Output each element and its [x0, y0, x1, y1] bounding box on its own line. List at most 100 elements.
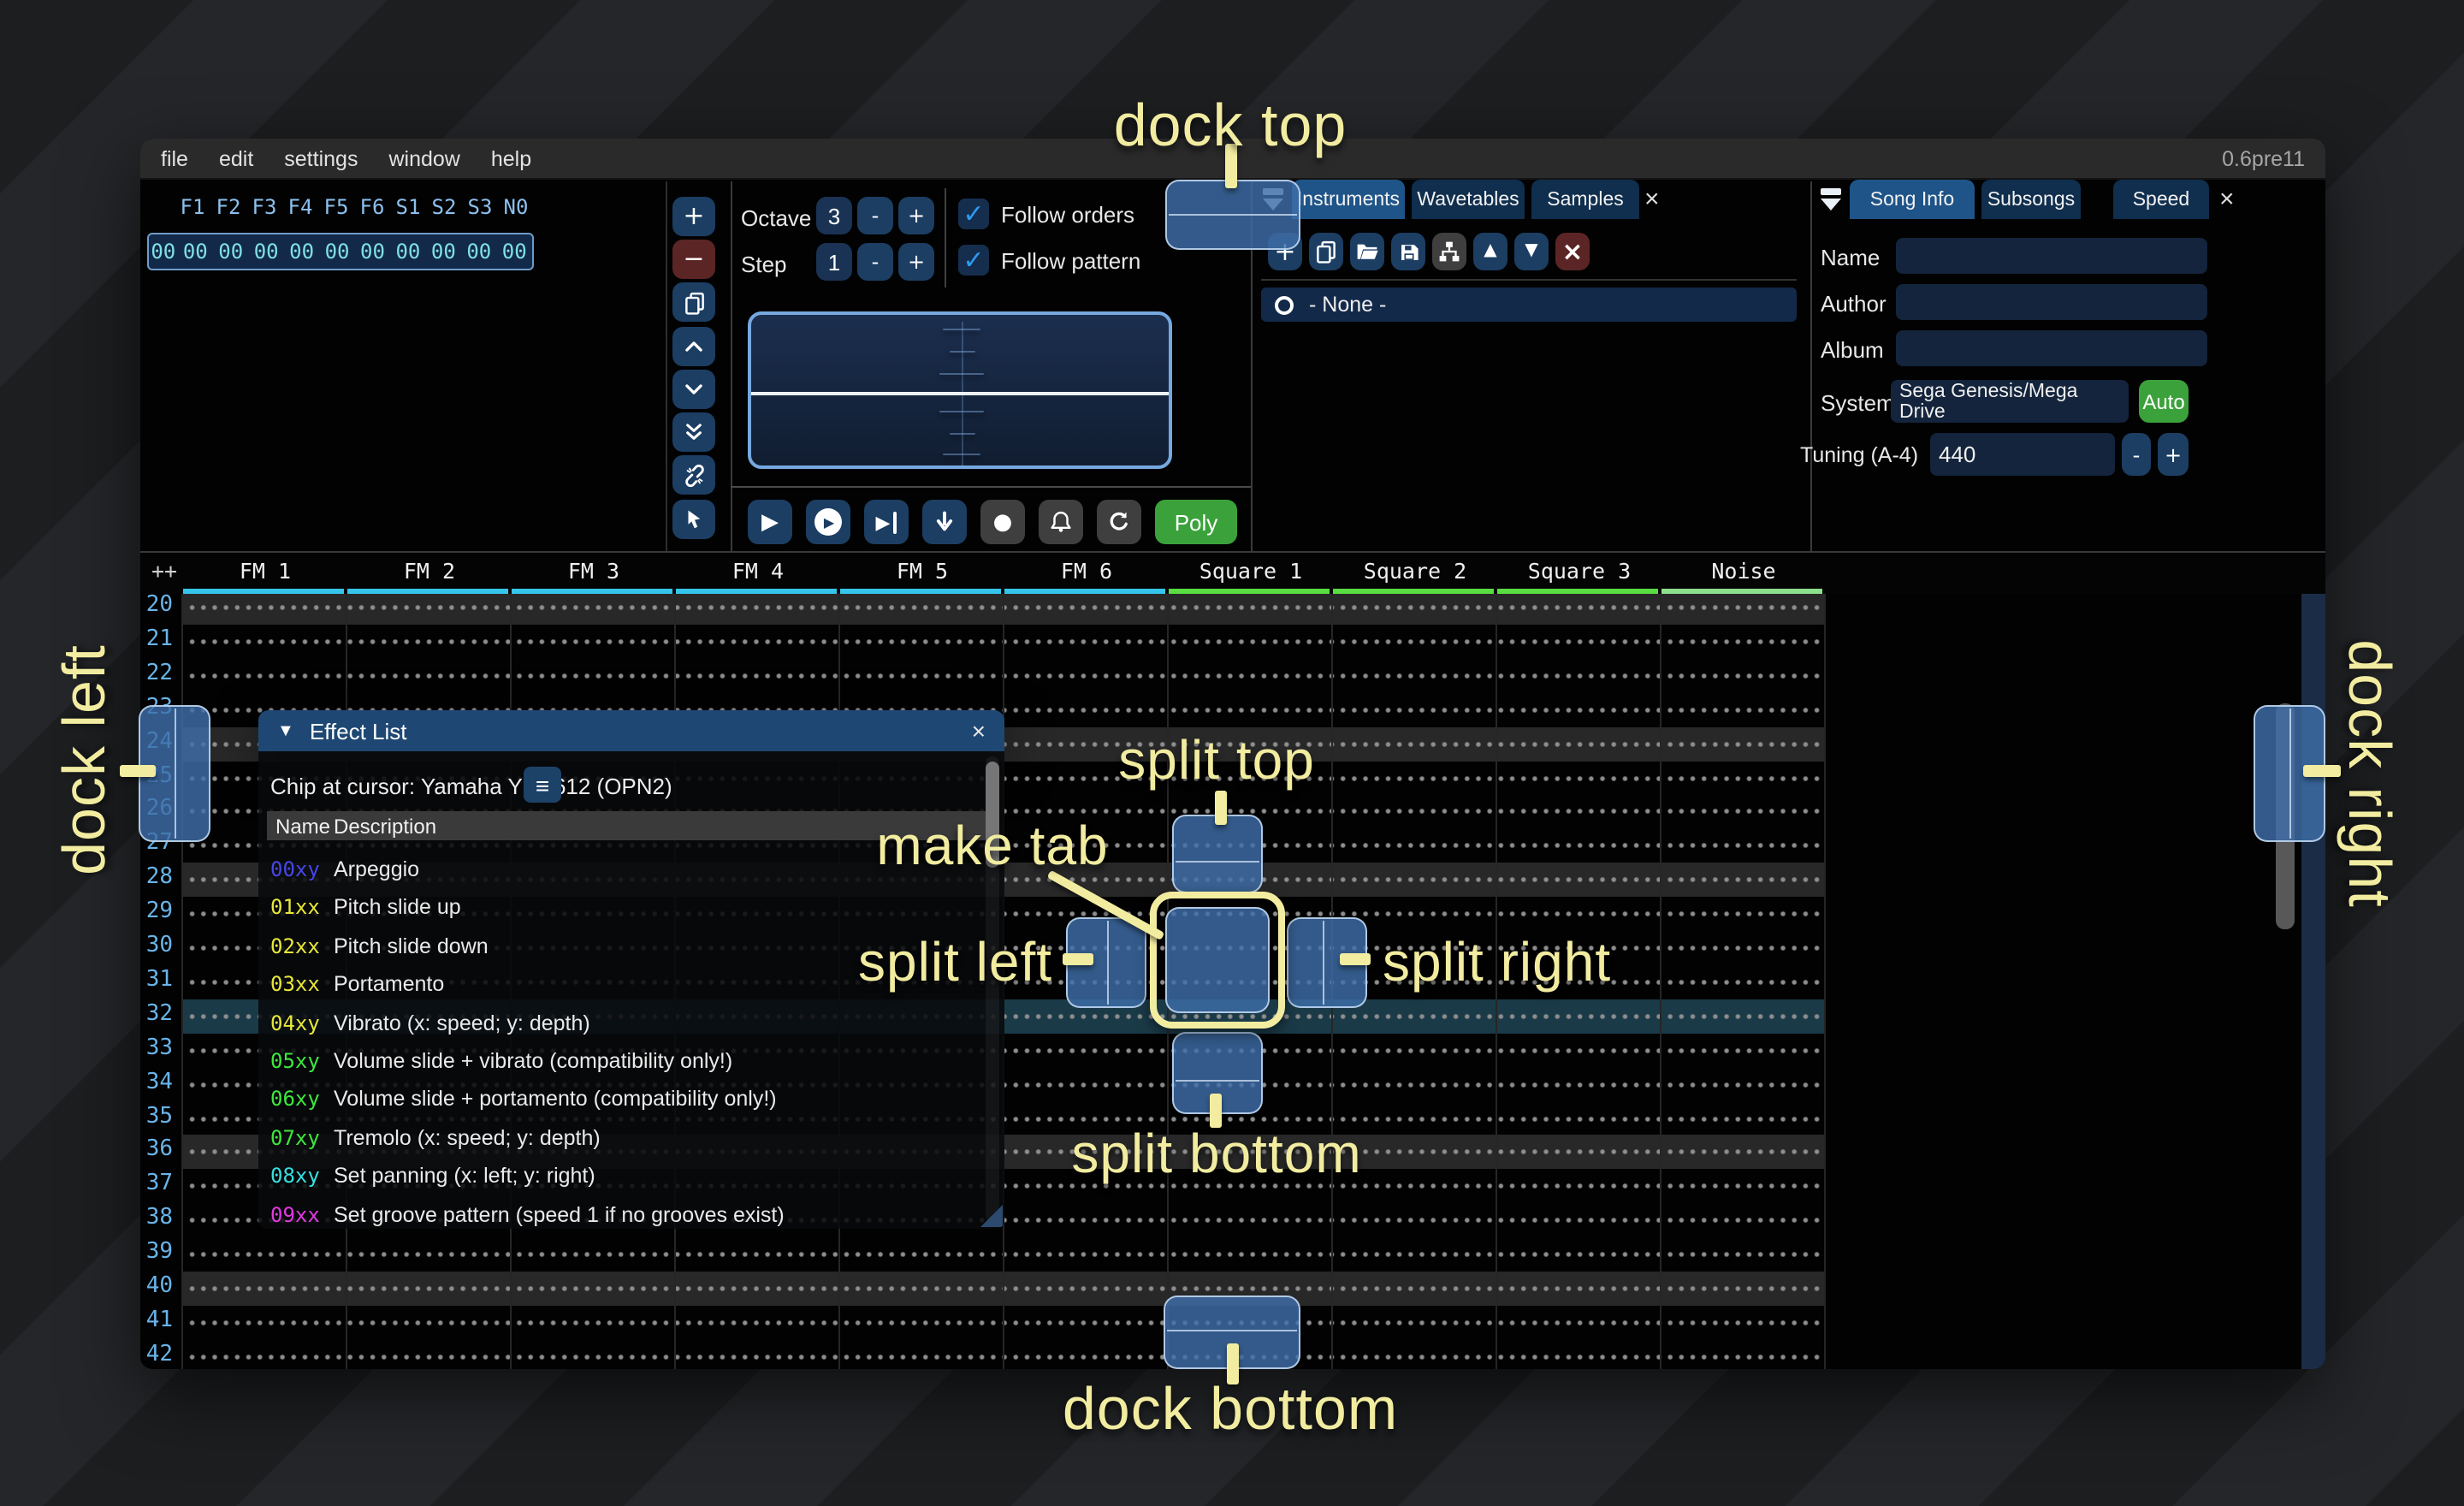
collapse-panel-icon[interactable]: [1819, 187, 1843, 212]
order-cell[interactable]: 00: [213, 240, 248, 264]
order-cell[interactable]: 00: [178, 240, 213, 264]
menu-item-settings[interactable]: settings: [269, 139, 373, 178]
order-cell[interactable]: 00: [284, 240, 319, 264]
radio-icon: [1275, 295, 1294, 314]
channel-header-fm-4[interactable]: FM 4: [676, 558, 840, 584]
move-instrument-up-button[interactable]: ▲: [1473, 233, 1507, 270]
album-input[interactable]: [1896, 330, 2207, 366]
repeat-pattern-button[interactable]: [1097, 500, 1141, 544]
close-icon[interactable]: ×: [2219, 187, 2235, 212]
pattern-row[interactable]: 22: [140, 659, 2325, 693]
menu-item-file[interactable]: file: [145, 139, 204, 178]
order-cell[interactable]: 00: [248, 240, 283, 264]
effect-row[interactable]: 01xxPitch slide up: [267, 892, 992, 927]
follow-orders-label[interactable]: Follow orders: [1001, 202, 1134, 228]
effect-row[interactable]: 09xxSet groove pattern (speed 1 if no gr…: [267, 1199, 992, 1229]
remove-order-button[interactable]: −: [672, 240, 715, 279]
pattern-row[interactable]: 21: [140, 625, 2325, 659]
tab-song-info[interactable]: Song Info: [1850, 180, 1975, 219]
play-button[interactable]: ▶: [748, 500, 792, 544]
effect-list-titlebar[interactable]: ▼ Effect List ×: [258, 710, 1004, 751]
effect-row[interactable]: 08xySet panning (x: left; y: right): [267, 1160, 992, 1195]
channel-header-fm-5[interactable]: FM 5: [840, 558, 1004, 584]
system-input[interactable]: Sega Genesis/Mega Drive: [1891, 380, 2129, 423]
channel-header-fm-2[interactable]: FM 2: [347, 558, 512, 584]
effect-row[interactable]: 07xyTremolo (x: speed; y: depth): [267, 1123, 992, 1157]
order-cell[interactable]: 00: [497, 240, 532, 264]
deep-clone-order-button[interactable]: [672, 455, 715, 495]
follow-orders-checkbox[interactable]: ✓: [958, 199, 989, 229]
hamburger-menu-button[interactable]: ≡: [524, 767, 561, 803]
pattern-corner-button[interactable]: ++: [147, 558, 181, 584]
step-row-button[interactable]: [922, 500, 967, 544]
open-instrument-button[interactable]: [1350, 233, 1384, 270]
octave-plus-button[interactable]: +: [898, 197, 934, 234]
instrument-list-item[interactable]: - None -: [1261, 288, 1797, 322]
make-tab-target[interactable]: [1165, 907, 1270, 1013]
order-cell[interactable]: 00: [355, 240, 390, 264]
close-icon[interactable]: ×: [1644, 187, 1660, 212]
play-from-cursor-button[interactable]: ▶: [864, 500, 909, 544]
channel-header-fm-6[interactable]: FM 6: [1004, 558, 1169, 584]
duplicate-order-end-button[interactable]: [672, 412, 715, 452]
dock-top-target[interactable]: [1165, 180, 1300, 250]
poly-button[interactable]: Poly: [1155, 500, 1237, 544]
step-plus-button[interactable]: +: [898, 243, 934, 281]
tab-instruments[interactable]: Instruments: [1292, 180, 1405, 219]
order-cell[interactable]: 00: [390, 240, 425, 264]
name-column-header[interactable]: Name: [275, 815, 330, 839]
instrument-tree-button[interactable]: [1432, 233, 1466, 270]
auto-system-button[interactable]: Auto: [2139, 380, 2189, 423]
channel-header-noise[interactable]: Noise: [1661, 558, 1826, 584]
tuning-input[interactable]: 440: [1930, 433, 2115, 476]
order-row[interactable]: 0000000000000000000000: [147, 233, 534, 270]
name-input[interactable]: [1896, 238, 2207, 274]
order-cell[interactable]: 00: [426, 240, 461, 264]
split-top-target[interactable]: [1172, 815, 1263, 893]
metronome-button[interactable]: [1039, 500, 1083, 544]
follow-pattern-checkbox[interactable]: ✓: [958, 245, 989, 276]
menu-item-help[interactable]: help: [476, 139, 547, 178]
channel-header-square-3[interactable]: Square 3: [1497, 558, 1661, 584]
record-button[interactable]: ●: [980, 500, 1025, 544]
move-order-up-button[interactable]: [672, 327, 715, 366]
tuning-minus-button[interactable]: -: [2122, 433, 2151, 476]
tab-wavetables[interactable]: Wavetables: [1412, 180, 1525, 219]
move-instrument-down-button[interactable]: ▼: [1514, 233, 1549, 270]
pattern-row[interactable]: 39: [140, 1237, 2325, 1272]
channel-header-fm-3[interactable]: FM 3: [512, 558, 676, 584]
menu-item-edit[interactable]: edit: [204, 139, 269, 178]
order-cell[interactable]: 00: [461, 240, 496, 264]
channel-header-fm-1[interactable]: FM 1: [183, 558, 347, 584]
step-minus-button[interactable]: -: [857, 243, 893, 281]
duplicate-order-button[interactable]: [672, 282, 715, 322]
pattern-row[interactable]: 20: [140, 594, 2325, 625]
duplicate-instrument-button[interactable]: [1309, 233, 1343, 270]
follow-pattern-label[interactable]: Follow pattern: [1001, 248, 1140, 274]
order-edit-mode-button[interactable]: [672, 500, 715, 539]
add-order-button[interactable]: +: [672, 197, 715, 236]
author-input[interactable]: [1896, 284, 2207, 320]
tab-subsongs[interactable]: Subsongs: [1981, 180, 2081, 219]
close-icon[interactable]: ×: [972, 717, 986, 744]
move-order-down-button[interactable]: [672, 370, 715, 409]
resize-grip-icon[interactable]: [980, 1205, 1003, 1227]
menu-item-window[interactable]: window: [373, 139, 475, 178]
effect-row[interactable]: 06xyVolume slide + portamento (compatibi…: [267, 1084, 992, 1118]
delete-instrument-button[interactable]: ×: [1555, 233, 1590, 270]
octave-value[interactable]: 3: [816, 197, 852, 234]
collapse-window-icon[interactable]: ▼: [277, 721, 294, 740]
channel-header-square-2[interactable]: Square 2: [1333, 558, 1497, 584]
tab-samples[interactable]: Samples: [1531, 180, 1639, 219]
tuning-plus-button[interactable]: +: [2158, 433, 2189, 476]
effect-row[interactable]: 05xyVolume slide + vibrato (compatibilit…: [267, 1046, 992, 1080]
save-instrument-button[interactable]: [1391, 233, 1425, 270]
play-pattern-button[interactable]: ▶: [806, 500, 850, 544]
order-cell[interactable]: 00: [319, 240, 354, 264]
octave-minus-button[interactable]: -: [857, 197, 893, 234]
channel-header-square-1[interactable]: Square 1: [1169, 558, 1333, 584]
tab-speed[interactable]: Speed: [2113, 180, 2209, 219]
effect-row[interactable]: 04xyVibrato (x: speed; y: depth): [267, 1007, 992, 1041]
step-value[interactable]: 1: [816, 243, 852, 281]
description-column-header[interactable]: Description: [334, 815, 436, 839]
